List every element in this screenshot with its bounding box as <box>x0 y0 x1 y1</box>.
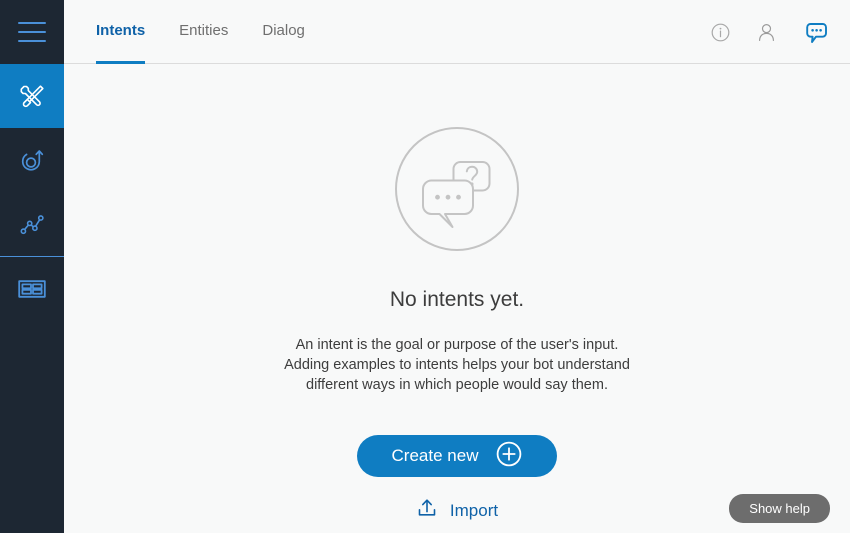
empty-state-title: No intents yet. <box>389 288 525 311</box>
chat-bubble-icon[interactable] <box>803 19 830 46</box>
main-tabs: Intents Entities Dialog <box>96 0 339 64</box>
tab-entities[interactable]: Entities <box>179 0 228 64</box>
table-grid-icon <box>17 277 47 301</box>
hamburger-menu-icon <box>18 22 46 42</box>
tab-dialog[interactable]: Dialog <box>262 0 305 64</box>
tab-entities-label: Entities <box>179 22 229 39</box>
upload-icon <box>416 497 438 524</box>
app-root: Intents Entities Dialog No intents yet. … <box>0 0 850 533</box>
sidebar-item-content[interactable] <box>0 257 64 321</box>
top-header: Intents Entities Dialog <box>64 0 850 64</box>
import-label: Import <box>449 500 499 520</box>
plus-circle-icon <box>496 441 522 472</box>
tab-intents-label: Intents <box>96 22 146 39</box>
header-actions <box>711 0 830 64</box>
line-chart-icon <box>17 209 47 239</box>
sidebar-toggle-button[interactable] <box>0 0 64 64</box>
main-content: No intents yet. An intent is the goal or… <box>64 64 850 533</box>
description-line-1: An intent is the goal or purpose of the … <box>295 337 619 353</box>
sidebar-item-analytics[interactable] <box>0 192 64 256</box>
user-icon[interactable] <box>756 22 777 43</box>
sidebar-item-improve[interactable] <box>0 128 64 192</box>
tools-icon <box>17 81 47 111</box>
sidebar-item-build[interactable] <box>0 64 64 128</box>
import-button[interactable]: Import <box>416 497 498 524</box>
tab-intents[interactable]: Intents <box>96 0 146 64</box>
sidebar <box>0 0 64 533</box>
tab-dialog-label: Dialog <box>262 22 305 39</box>
create-new-label: Create new <box>391 446 479 465</box>
speech-bubbles-question-icon <box>393 125 521 258</box>
description-line-2: Adding examples to intents helps your bo… <box>284 357 630 373</box>
show-help-button[interactable]: Show help <box>729 494 830 523</box>
empty-state-description: An intent is the goal or purpose of the … <box>284 335 630 395</box>
info-icon[interactable] <box>711 23 730 42</box>
target-arrow-icon <box>17 145 47 175</box>
description-line-3: different ways in which people would say… <box>306 377 608 393</box>
create-new-button[interactable]: Create new <box>357 435 557 477</box>
